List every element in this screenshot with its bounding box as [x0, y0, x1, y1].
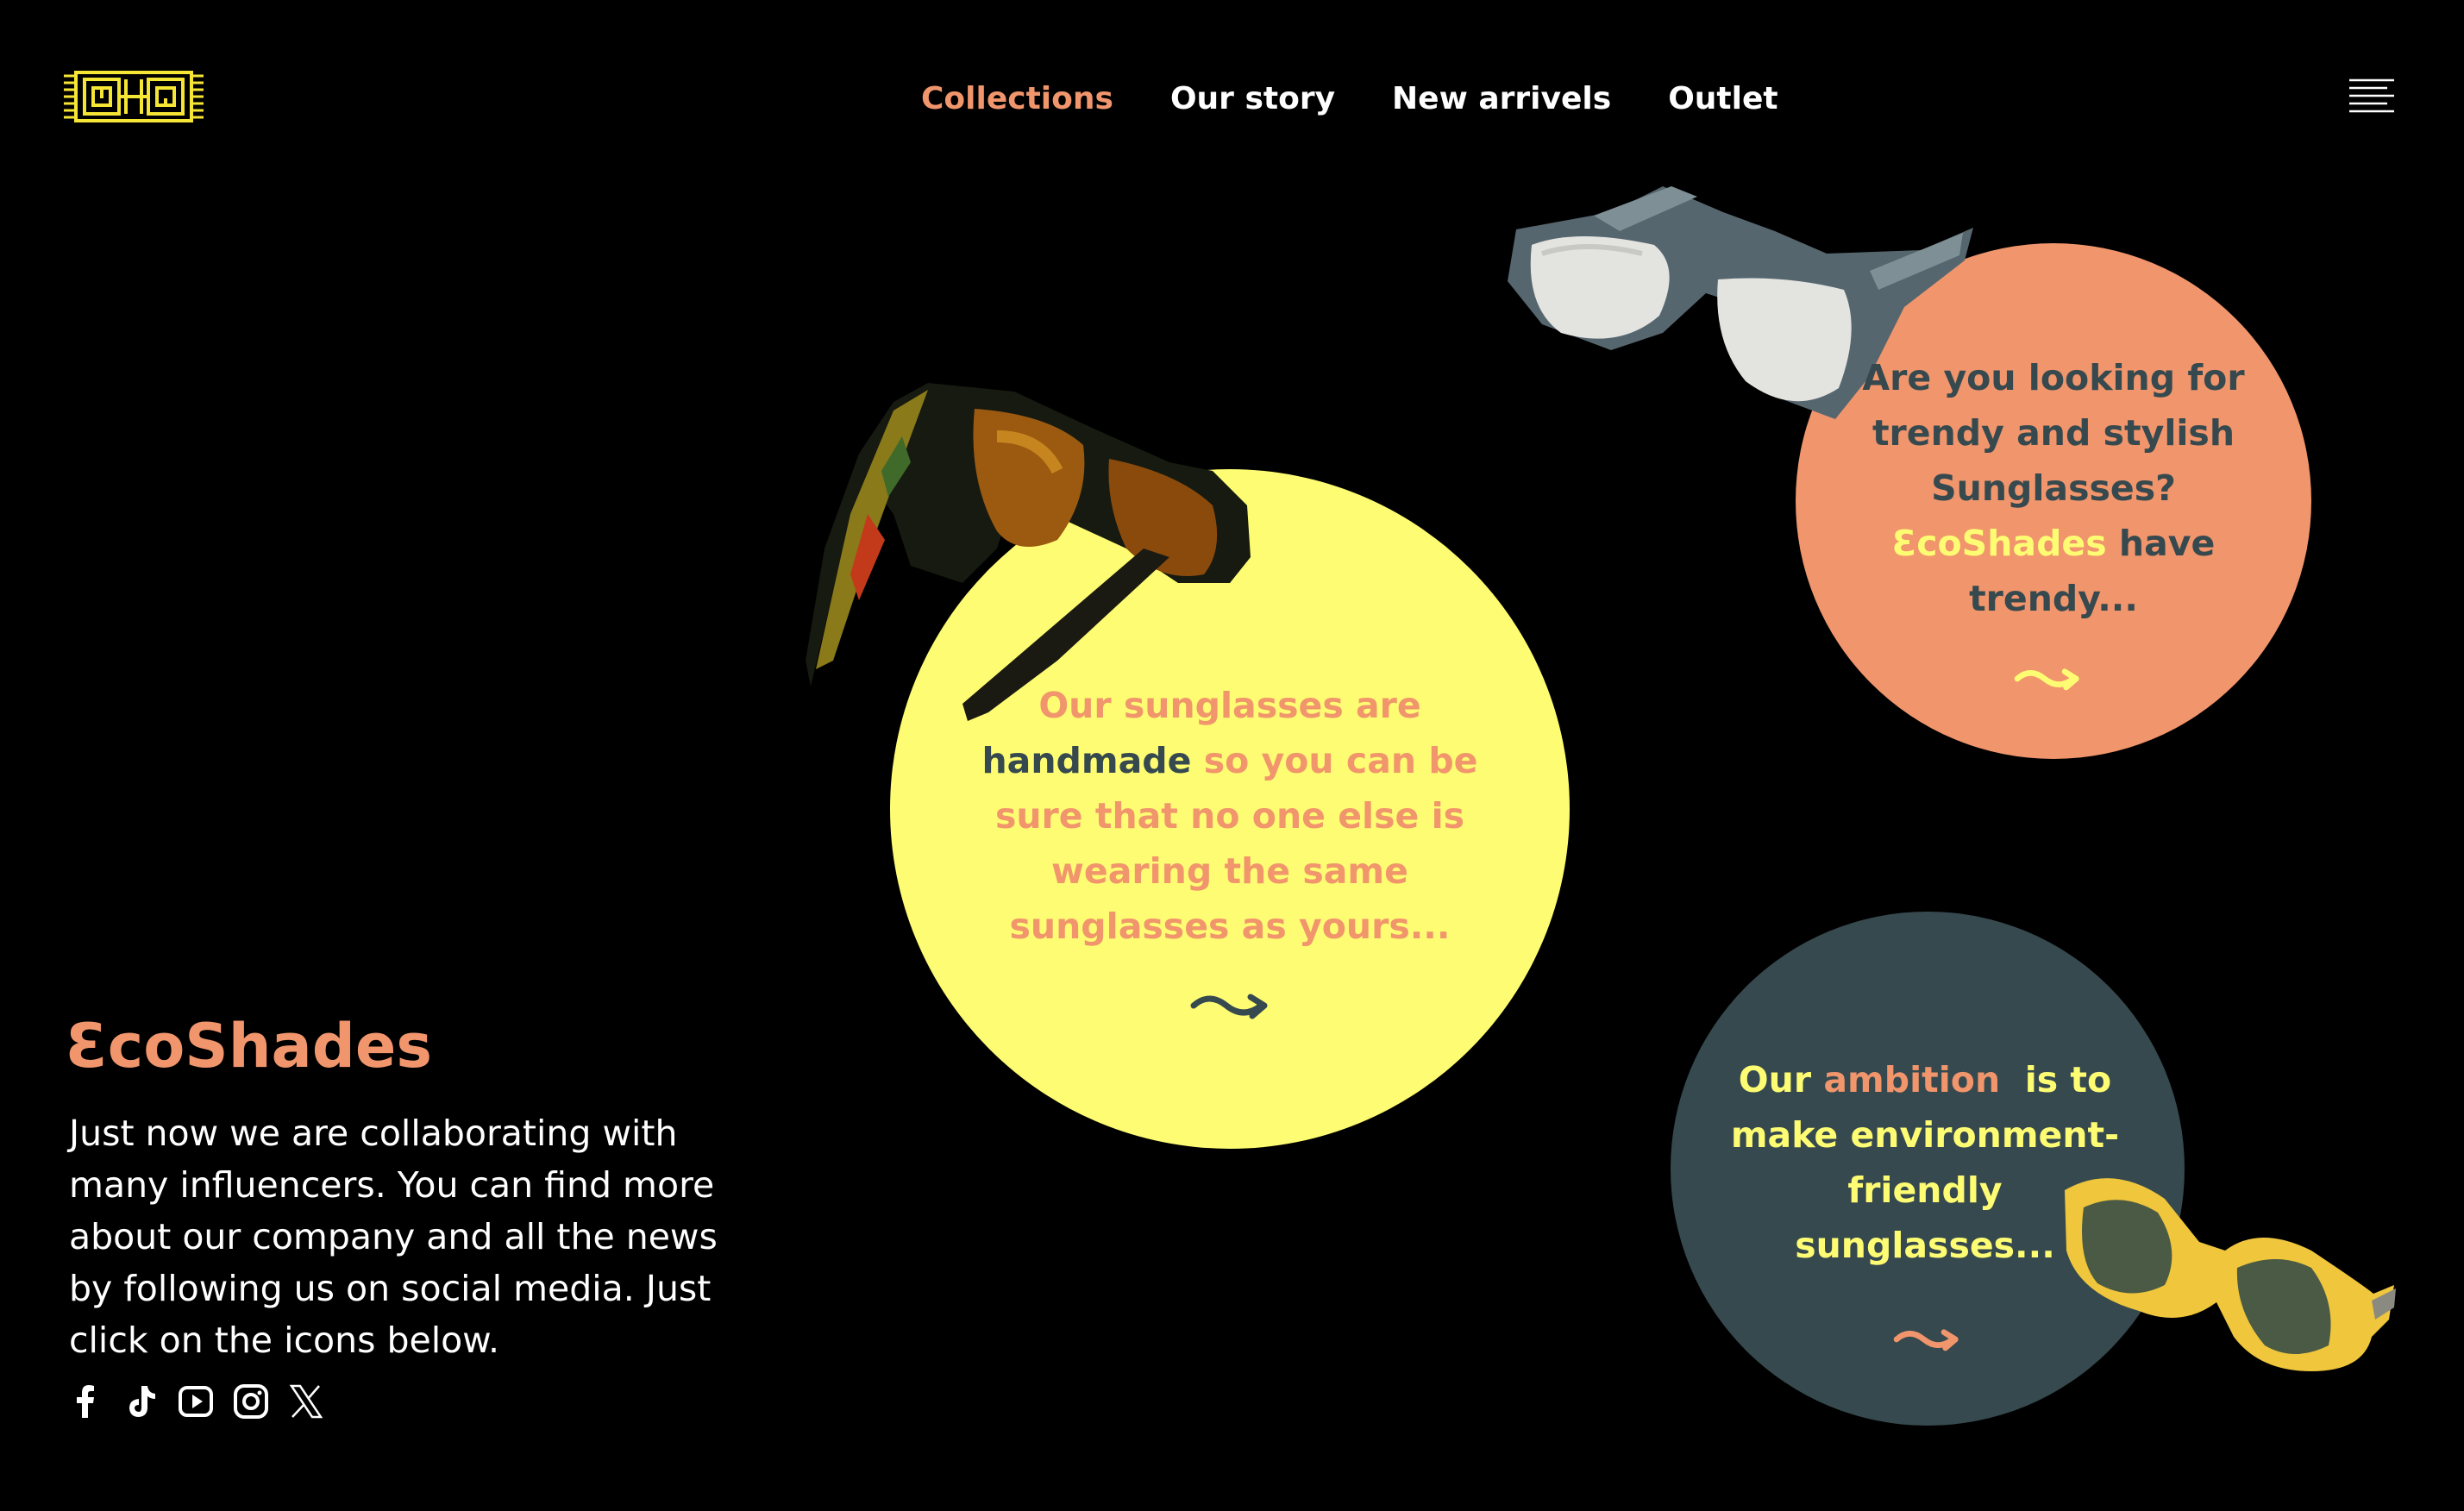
facebook-icon[interactable] — [67, 1383, 103, 1420]
ambition-highlight: ambition — [1823, 1059, 2001, 1100]
trendy-brand-highlight: ƐcoShades — [1891, 523, 2107, 564]
handmade-line-3: sure that no one else is — [994, 795, 1465, 837]
instagram-icon[interactable] — [233, 1383, 269, 1420]
brand-description: Just now we are collaborating with many … — [69, 1113, 718, 1361]
brand-title: ƐcoShades — [66, 1011, 433, 1082]
handmade-line-2-rest: so you can be — [1191, 740, 1478, 781]
trendy-line-5: trendy... — [1969, 578, 2138, 619]
handmade-line-2: handmade so you can be — [954, 733, 1506, 788]
handmade-read-more-arrow-icon[interactable] — [1188, 988, 1271, 1023]
handmade-card-text: Our sunglasses are handmade so you can b… — [954, 678, 1506, 954]
trendy-card-text: Are you looking for trendy and stylish S… — [1854, 350, 2253, 626]
ambition-line-1: Our ambition is to — [1709, 1052, 2141, 1107]
tiktok-icon[interactable] — [122, 1383, 159, 1420]
trendy-line-2: trendy and stylish — [1872, 412, 2235, 454]
ambition-line-3: friendly — [1847, 1169, 2003, 1211]
handmade-highlight: handmade — [981, 740, 1192, 781]
ambition-read-more-arrow-icon[interactable] — [1892, 1325, 1961, 1354]
trendy-line-4: ƐcoShades have — [1854, 516, 2253, 571]
trendy-line-1: Are you looking for — [1862, 357, 2245, 398]
ambition-card-text: Our ambition is to make environment- fri… — [1709, 1052, 2141, 1273]
trendy-read-more-arrow-icon[interactable] — [2013, 664, 2082, 693]
ambition-line-1-post: is to — [2000, 1059, 2112, 1100]
nav-outlet[interactable]: Outlet — [1668, 81, 1777, 116]
nav-our-story[interactable]: Our story — [1170, 81, 1335, 116]
hamburger-menu-icon[interactable] — [2349, 78, 2394, 114]
social-links — [67, 1383, 324, 1420]
handmade-line-5: sunglasses as yours... — [1009, 906, 1451, 947]
x-icon[interactable] — [288, 1383, 324, 1420]
handmade-line-4: wearing the same — [1051, 850, 1408, 892]
camo-sunglasses-image — [806, 383, 1251, 721]
trendy-line-4-rest: have — [2106, 523, 2216, 564]
youtube-icon[interactable] — [178, 1383, 214, 1420]
main-nav: Collections Our story New arrivels Outle… — [921, 74, 1778, 122]
trendy-line-3: Sunglasses? — [1931, 467, 2176, 509]
nav-collections[interactable]: Collections — [921, 81, 1113, 116]
ambition-line-4: sunglasses... — [1795, 1225, 2055, 1266]
handmade-line-1: Our sunglasses are — [1038, 685, 1421, 726]
logo[interactable] — [64, 69, 204, 124]
nav-new-arrivals[interactable]: New arrivels — [1392, 81, 1611, 116]
ambition-line-2: make environment- — [1730, 1114, 2120, 1156]
ambition-line-1-pre: Our — [1738, 1059, 1824, 1100]
